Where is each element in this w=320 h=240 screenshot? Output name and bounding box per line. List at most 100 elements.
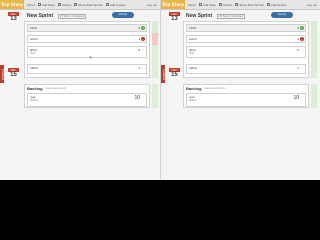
more-icon[interactable]: … <box>141 48 145 52</box>
backlog-title: Backlog <box>27 86 43 91</box>
tab-add-people[interactable]: Add People <box>105 2 126 7</box>
tab-label: Add Story <box>202 2 217 7</box>
story-row[interactable]: fjrhjh fjrhjh 5 … <box>27 46 147 58</box>
story-points: 10 <box>293 95 299 101</box>
story-subtitle: fddfsdf <box>189 99 197 102</box>
feedback-tab[interactable]: Feedback <box>161 65 165 83</box>
tab-stories[interactable]: Stories <box>58 3 71 7</box>
tab-sprint[interactable]: Sprint <box>27 3 35 7</box>
more-icon[interactable]: … <box>300 48 304 52</box>
status-strip-blocked <box>152 33 158 45</box>
story-points: 5 <box>138 48 140 52</box>
top-nav-bar: Trip Story Sprint Add Story Stories Show… <box>0 0 160 10</box>
tab-label: Stories <box>223 2 233 7</box>
mouse-cursor-icon: ↖ <box>89 55 93 60</box>
tab-label: Sprint <box>188 2 196 7</box>
tab-label: Sprint <box>27 2 35 7</box>
story-row[interactable]: Infinit 5 ✓ <box>186 24 306 32</box>
story-row[interactable]: Infinit 5 ✓ <box>27 24 147 32</box>
more-icon[interactable]: … <box>300 66 304 70</box>
story-points: 3 <box>138 37 140 41</box>
more-icon[interactable]: … <box>141 95 145 99</box>
story-title: unfort <box>189 37 197 41</box>
status-strip-backlog <box>152 84 158 108</box>
story-title: unfort <box>30 37 38 41</box>
tab-label: Add People <box>270 2 287 7</box>
story-points: 5 <box>297 26 299 30</box>
story-subtitle: fjrhjh <box>30 52 36 55</box>
story-points: 10 <box>134 95 140 101</box>
story-points: 5 <box>138 26 140 30</box>
story-points: 5 <box>297 48 299 52</box>
tab-label: Add Story <box>41 2 56 7</box>
top-nav-bar: Trip Story Sprint Add Story Stories Show… <box>161 0 320 10</box>
story-points: 3 <box>297 37 299 41</box>
backlog-title: Backlog <box>186 86 202 91</box>
logout-link[interactable]: Log out <box>147 3 157 7</box>
story-row[interactable]: fnfbns 1 … <box>186 64 306 74</box>
sprint-story-list: Infinit 5 ✓ unfort 3 − fjrhjh fjrhjh 5 …… <box>24 21 150 78</box>
story-row[interactable]: fnfbns 1 … <box>27 64 147 74</box>
sprint-date-card: DEC 13 <box>8 12 19 23</box>
story-title: fnfbns <box>30 66 39 70</box>
user-icon <box>266 3 270 6</box>
backlog-list: Backlog stories not in sprint cyer fddfs… <box>24 84 150 108</box>
list-icon <box>219 3 223 6</box>
backlog-row[interactable]: cyer fddfsdf 10 … <box>186 93 306 107</box>
tab-add-story[interactable]: Add Story <box>198 2 217 7</box>
backlog-date-card: DEC 15 <box>169 68 180 79</box>
tab-sprint[interactable]: Sprint <box>188 3 196 7</box>
sprint-title[interactable]: New Sprint <box>186 13 212 19</box>
tab-label: Show Past Sprints <box>78 2 103 7</box>
user-icon <box>105 3 109 6</box>
backlog-row[interactable]: cyer fddfsdf 10 … <box>27 93 147 107</box>
tab-add-story[interactable]: Add Story <box>37 2 56 7</box>
list-icon <box>58 3 62 6</box>
tab-add-people[interactable]: Add People <box>266 2 287 7</box>
story-title: Infinit <box>189 26 197 30</box>
minus-icon[interactable]: − <box>141 37 145 41</box>
backlog-subtitle: stories not in sprint <box>204 87 225 90</box>
status-strip-done <box>311 21 317 33</box>
right-pane: Trip Story Sprint Add Story Stories Show… <box>160 0 320 180</box>
sprint-story-list: Infinit 5 ✓ unfort 3 − fjrhjh fjrhjh 5 …… <box>183 21 309 78</box>
app-logo[interactable]: Trip Story <box>0 0 24 9</box>
tab-label: Add People <box>109 2 126 7</box>
status-strip-open <box>152 45 158 78</box>
tab-label: Stories <box>62 2 72 7</box>
backlog-list: Backlog stories not in sprint cyer fddfs… <box>183 84 309 108</box>
calendar-icon <box>74 3 78 6</box>
left-pane: Trip Story Sprint Add Story Stories Show… <box>0 0 160 180</box>
story-subtitle: fddfsdf <box>30 99 38 102</box>
tab-past-sprints[interactable]: Show Past Sprints <box>235 3 264 7</box>
app-logo[interactable]: Trip Story <box>161 0 185 9</box>
tab-label: Show Past Sprints <box>239 2 264 7</box>
date-day: 13 <box>169 16 180 23</box>
more-icon[interactable]: … <box>141 66 145 70</box>
status-strip-open <box>311 45 317 78</box>
check-icon[interactable]: ✓ <box>141 26 145 30</box>
sprint-meta: 29 Task or completed <box>217 14 245 19</box>
story-points: 1 <box>297 66 299 70</box>
story-row[interactable]: fjrhjh fjrhjh 5 … <box>186 46 306 58</box>
story-row[interactable]: unfort 3 − <box>186 35 306 43</box>
logout-link[interactable]: Log out <box>307 3 317 7</box>
story-title: Infinit <box>30 26 38 30</box>
story-points: 1 <box>138 66 140 70</box>
story-row[interactable]: unfort 3 − <box>27 35 147 43</box>
plus-icon <box>198 3 202 6</box>
more-icon[interactable]: … <box>300 95 304 99</box>
velocity-badge[interactable]: Velocity <box>112 12 134 18</box>
sprint-title[interactable]: New Sprint <box>27 13 53 19</box>
velocity-badge[interactable]: Velocity <box>271 12 293 18</box>
tab-past-sprints[interactable]: Show Past Sprints <box>74 3 103 7</box>
calendar-icon <box>235 3 239 6</box>
backlog-date-card: DEC 15 <box>8 68 19 79</box>
empty-black-area <box>0 180 320 240</box>
feedback-tab[interactable]: Feedback <box>0 65 4 83</box>
tab-stories[interactable]: Stories <box>219 3 232 7</box>
sprint-meta: 29 Task or completed <box>58 14 86 19</box>
check-icon[interactable]: ✓ <box>300 26 304 30</box>
story-title: fnfbns <box>189 66 198 70</box>
minus-icon[interactable]: − <box>300 37 304 41</box>
